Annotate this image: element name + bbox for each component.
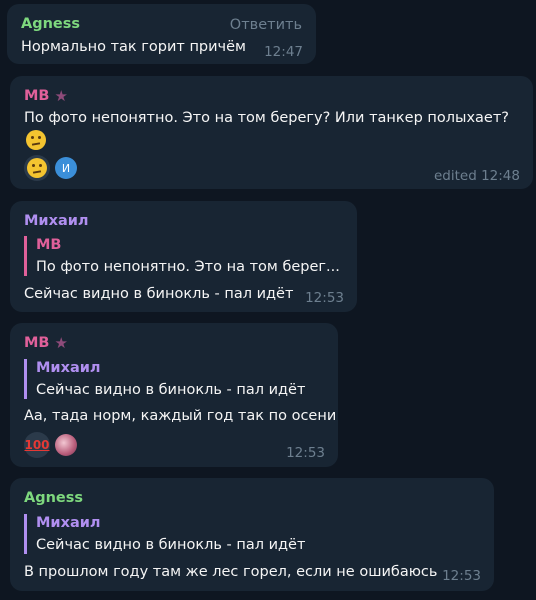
message-bubble[interactable]: Михаил MB По фото непонятно. Это на том … [10, 201, 357, 312]
reaction-100[interactable]: 100 [24, 432, 50, 458]
message-bubble[interactable]: MB ★ По фото непонятно. Это на том берег… [10, 76, 533, 189]
sender-name[interactable]: Agness [24, 490, 83, 506]
sender-name[interactable]: Agness [21, 16, 80, 32]
sender-name[interactable]: MB ★ [24, 335, 68, 351]
message-time: edited 12:48 [434, 168, 520, 184]
quote-sender: MB [36, 237, 62, 253]
reply-quote[interactable]: Михаил Сейчас видно в бинокль - пал идёт [24, 514, 305, 554]
reaction-avatar[interactable] [53, 432, 79, 458]
quote-text: Сейчас видно в бинокль - пал идёт [36, 537, 306, 553]
message-text: В прошлом году там же лес горел, если не… [24, 564, 438, 580]
message-text: Сейчас видно в бинокль - пал идёт [24, 286, 294, 302]
star-icon: ★ [54, 333, 68, 352]
avatar: И [55, 157, 77, 179]
quote-sender: Михаил [36, 360, 101, 376]
reply-button[interactable]: Ответить [230, 17, 302, 33]
quote-text: По фото непонятно. Это на том берег... [36, 259, 340, 275]
reply-quote[interactable]: MB По фото непонятно. Это на том берег..… [24, 236, 340, 276]
message-time: 12:53 [305, 290, 344, 306]
message-text: Нормально так горит причём [21, 39, 246, 55]
message-bubble[interactable]: MB ★ Михаил Сейчас видно в бинокль - пал… [10, 323, 338, 467]
reaction-thinking[interactable] [24, 155, 50, 181]
sender-name[interactable]: Михаил [24, 213, 89, 229]
avatar [55, 434, 77, 456]
reply-quote[interactable]: Михаил Сейчас видно в бинокль - пал идёт [24, 359, 305, 399]
message-text: Аа, тада норм, каждый год так по осени [24, 408, 337, 424]
reactions: 100 [24, 432, 79, 458]
message-time: 12:47 [264, 44, 303, 60]
thinking-face-emoji [27, 158, 47, 178]
star-icon: ★ [54, 86, 68, 105]
message-bubble[interactable]: Agness Михаил Сейчас видно в бинокль - п… [10, 478, 494, 591]
thinking-face-emoji [26, 130, 46, 150]
hundred-points-emoji: 100 [24, 438, 50, 452]
message-text: По фото непонятно. Это на том берегу? Ил… [24, 110, 509, 126]
reaction-avatar[interactable]: И [53, 155, 79, 181]
message-time: 12:53 [286, 445, 325, 461]
message-bubble[interactable]: Agness Ответить Нормально так горит прич… [7, 4, 316, 64]
quote-text: Сейчас видно в бинокль - пал идёт [36, 382, 306, 398]
message-time: 12:53 [442, 568, 481, 584]
reactions: И [24, 155, 79, 181]
sender-name[interactable]: MB ★ [24, 88, 68, 104]
quote-sender: Михаил [36, 515, 101, 531]
